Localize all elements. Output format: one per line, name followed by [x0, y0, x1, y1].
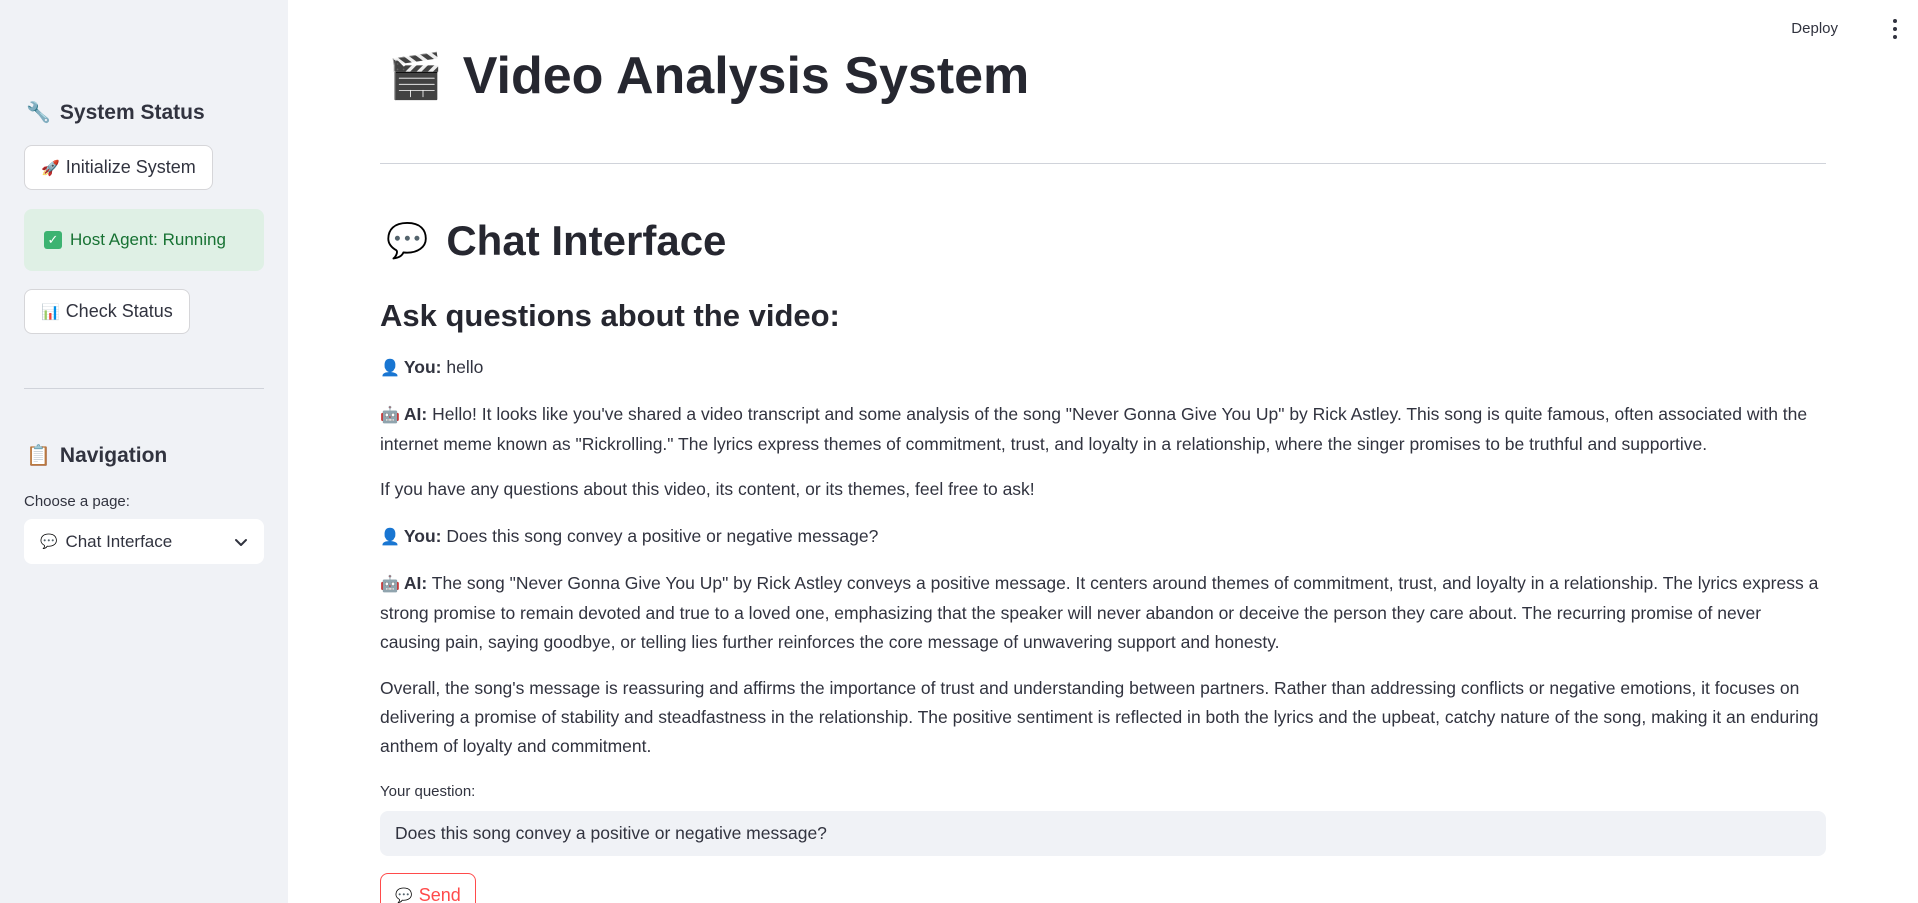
navigation-heading: 📋 Navigation [26, 443, 167, 468]
chat-interface-heading: 💬 Chat Interface [386, 217, 726, 265]
user-icon: 👤 [380, 360, 400, 377]
initialize-system-button[interactable]: 🚀 Initialize System [24, 145, 213, 190]
robot-icon: 🤖 [380, 576, 400, 593]
sidebar: 🔧 System Status 🚀 Initialize System ✓ Ho… [0, 0, 288, 903]
bar-chart-icon: 📊 [41, 303, 60, 321]
chevron-down-icon [235, 538, 247, 546]
send-label: Send [418, 884, 461, 903]
speech-bubble-icon: 💬 [386, 222, 429, 260]
page-select-label: Choose a page: [24, 493, 130, 510]
message-text: Overall, the song's message is reassurin… [380, 678, 1819, 756]
robot-icon: 🤖 [380, 407, 400, 424]
message-text: If you have any questions about this vid… [380, 479, 1035, 499]
question-input[interactable] [380, 811, 1826, 856]
navigation-title: Navigation [59, 443, 168, 467]
host-agent-status-text: Host Agent: Running [70, 230, 226, 249]
sidebar-divider [24, 388, 264, 389]
chat-message: Overall, the song's message is reassurin… [380, 674, 1826, 761]
speech-bubble-icon: 💬 [395, 886, 413, 903]
system-status-title: System Status [59, 100, 205, 124]
kebab-menu-icon[interactable] [1892, 19, 1898, 39]
check-status-label: Check Status [65, 301, 173, 321]
chat-message: 👤 You: hello [380, 353, 1826, 383]
message-text: The song "Never Gonna Give You Up" by Ri… [380, 573, 1819, 652]
page-select-value: Chat Interface [65, 531, 173, 551]
user-icon: 👤 [380, 529, 400, 546]
check-status-button[interactable]: 📊 Check Status [24, 289, 190, 334]
wrench-icon: 🔧 [26, 102, 51, 124]
chat-message: If you have any questions about this vid… [380, 475, 1826, 504]
chat-message: 👤 You: Does this song convey a positive o… [380, 522, 1826, 552]
system-status-heading: 🔧 System Status [26, 100, 205, 125]
deploy-button[interactable]: Deploy [1791, 20, 1838, 37]
ask-questions-subheading: Ask questions about the video: [380, 298, 840, 333]
page-title-text: Video Analysis System [462, 47, 1030, 105]
send-button[interactable]: 💬 Send [380, 873, 476, 903]
question-label: Your question: [380, 783, 476, 800]
host-agent-status-alert: ✓ Host Agent: Running [24, 209, 264, 271]
page-title: 🎬 Video Analysis System [388, 46, 1029, 106]
clipboard-icon: 📋 [26, 445, 51, 467]
speaker-label: You: [403, 357, 442, 377]
message-text: Hello! It looks like you've shared a vid… [380, 404, 1808, 454]
chat-message: 🤖 AI: The song "Never Gonna Give You Up" … [380, 569, 1826, 657]
check-icon: ✓ [44, 231, 62, 249]
speaker-label: AI: [403, 404, 428, 424]
chat-interface-title: Chat Interface [446, 217, 727, 264]
title-divider [380, 163, 1826, 164]
page-select[interactable]: 💬 Chat Interface [24, 519, 264, 564]
initialize-system-label: Initialize System [65, 157, 196, 177]
chat-message: 🤖 AI: Hello! It looks like you've shared … [380, 400, 1826, 459]
clapperboard-icon: 🎬 [388, 52, 443, 101]
message-text: hello [446, 357, 484, 377]
speech-bubble-icon: 💬 [40, 533, 58, 549]
message-text: Does this song convey a positive or nega… [446, 526, 879, 546]
rocket-icon: 🚀 [41, 159, 60, 177]
speaker-label: AI: [403, 573, 428, 593]
speaker-label: You: [403, 526, 442, 546]
main-content: Deploy 🎬 Video Analysis System 💬 Chat In… [288, 0, 1918, 903]
